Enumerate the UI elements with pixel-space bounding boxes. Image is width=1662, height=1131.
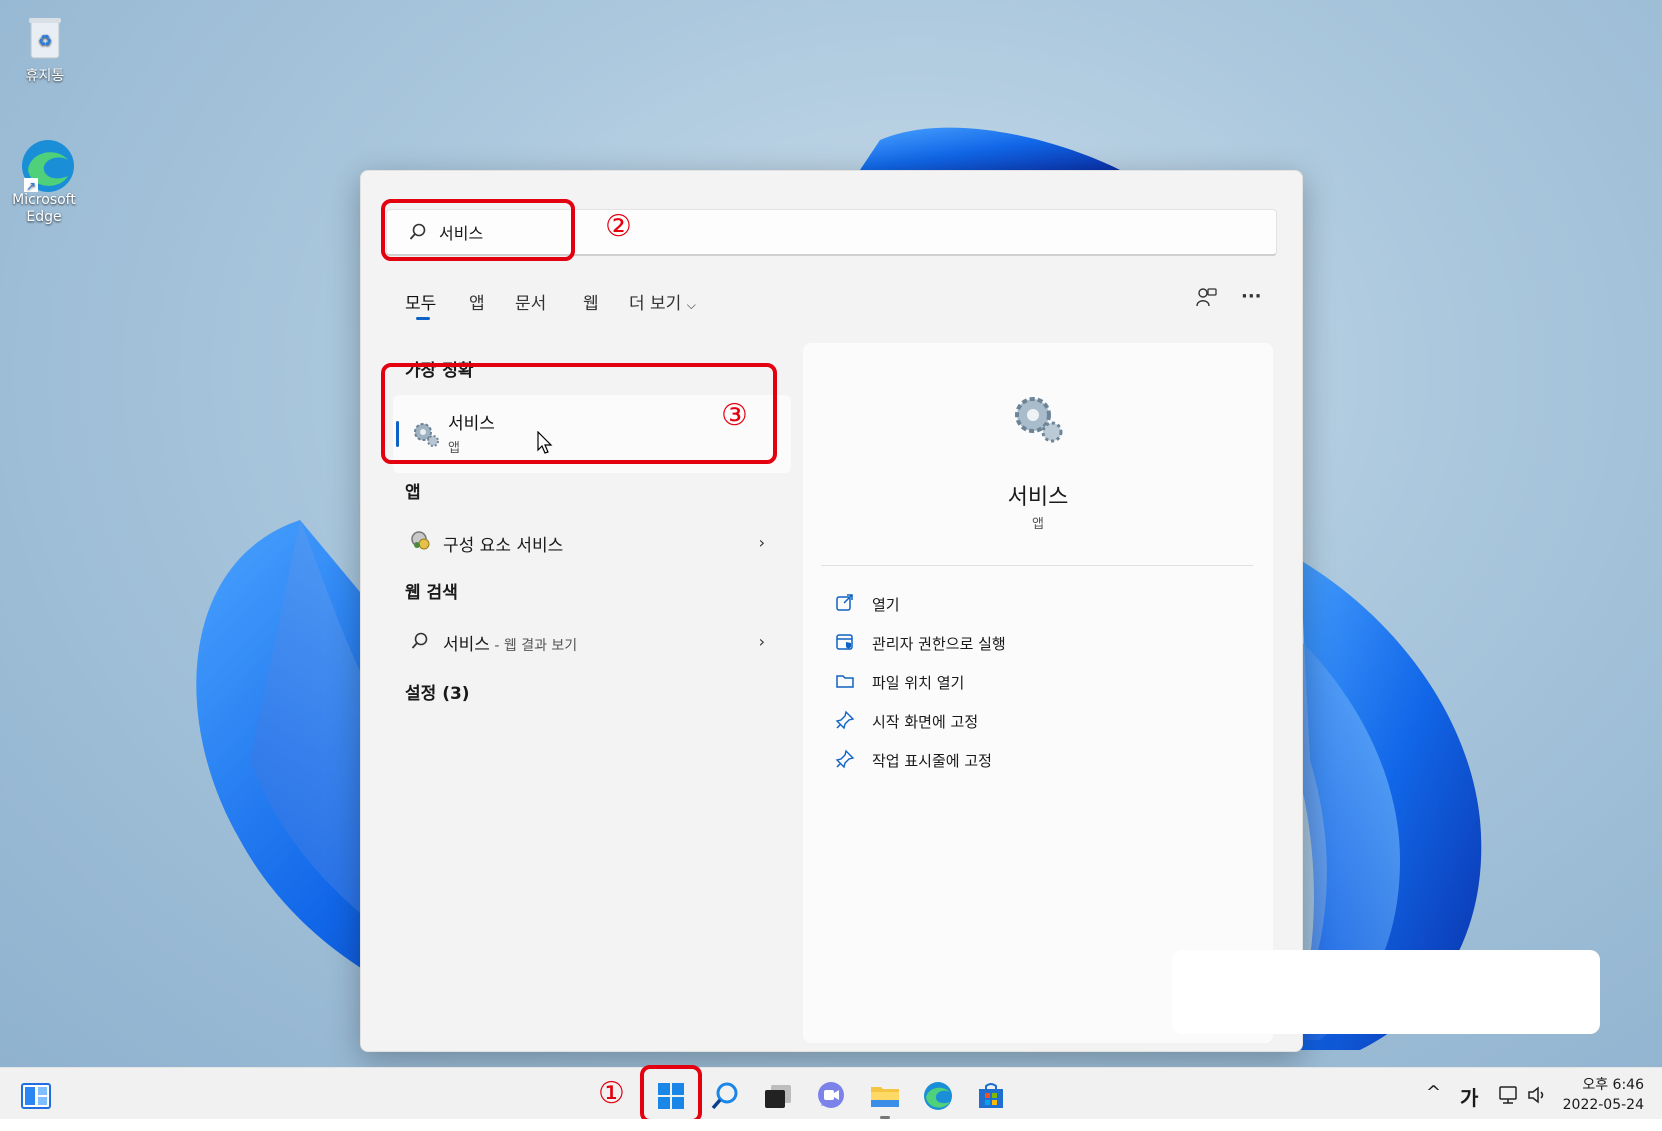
annotation-number-3: ③: [721, 398, 748, 433]
preview-title: 서비스: [1007, 485, 1069, 510]
action-label: 열기: [872, 596, 900, 614]
action-label: 관리자 권한으로 실행: [872, 635, 1006, 653]
component-services-icon: [409, 529, 433, 557]
list-item-web-search[interactable]: 서비스 - 웹 결과 보기 ›: [405, 624, 765, 660]
page-background: [0, 1119, 1662, 1131]
desktop-icon-label: 휴지통: [25, 68, 65, 84]
search-icon[interactable]: [709, 1080, 741, 1112]
web-result-suffix: - 웹 결과 보기: [489, 638, 578, 654]
search-icon: [411, 632, 429, 654]
chevron-up-icon[interactable]: ^: [1426, 1082, 1441, 1103]
divider: [821, 565, 1253, 566]
action-label: 작업 표시줄에 고정: [872, 752, 992, 770]
chevron-right-icon: ›: [758, 533, 765, 552]
annotation-box-1: [640, 1065, 702, 1123]
pin-icon: [835, 749, 855, 773]
section-apps: 앱: [405, 483, 421, 503]
pin-icon: [835, 710, 855, 734]
desktop-icon-edge[interactable]: ↗ Microsoft Edge: [9, 136, 79, 226]
tab-more-label: 더 보기: [629, 294, 682, 314]
open-external-icon: [835, 593, 855, 617]
tab-more[interactable]: 더 보기 ⌵: [629, 289, 696, 314]
run-as-admin-icon: [835, 632, 855, 656]
section-settings[interactable]: 설정 (3): [405, 679, 470, 704]
task-view-icon[interactable]: [762, 1080, 794, 1112]
taskbar: ① ^ 가 오후 6:46 2022-05-24: [0, 1065, 1662, 1123]
web-result-label: 서비스: [443, 635, 490, 655]
section-web-search: 웹 검색: [405, 583, 458, 603]
chevron-right-icon: ›: [758, 632, 765, 651]
svg-text:↗: ↗: [26, 179, 36, 193]
system-clock[interactable]: 오후 6:46 2022-05-24: [1563, 1075, 1644, 1115]
list-item-component-services[interactable]: 구성 요소 서비스 ›: [405, 525, 765, 561]
network-icon[interactable]: [1498, 1084, 1520, 1111]
tab-all[interactable]: 모두: [405, 289, 436, 314]
desktop-icon-recycle-bin[interactable]: ♻ 휴지통: [10, 12, 80, 85]
store-icon[interactable]: [975, 1080, 1007, 1112]
clock-date: 2022-05-24: [1562, 1097, 1644, 1113]
edge-icon[interactable]: [922, 1080, 954, 1112]
tab-web[interactable]: 웹: [583, 289, 599, 314]
clock-time: 오후 6:46: [1582, 1077, 1644, 1093]
active-tab-indicator: [416, 317, 430, 320]
edge-icon: ↗: [18, 136, 74, 193]
share-people-icon[interactable]: [1195, 286, 1217, 313]
desktop-icon-label: Microsoft Edge: [12, 192, 76, 225]
action-label: 시작 화면에 고정: [872, 713, 979, 731]
services-gear-icon: [1009, 391, 1069, 451]
chevron-down-icon: ⌵: [686, 298, 696, 312]
preview-subtitle: 앱: [1032, 517, 1044, 532]
volume-icon[interactable]: [1526, 1084, 1548, 1111]
file-explorer-icon[interactable]: [869, 1080, 901, 1112]
preview-pane: 서비스 앱 열기 관리자 권한으로 실행 파일 위치 열기 시작 화면에 고정 …: [803, 343, 1273, 1043]
svg-text:♻: ♻: [38, 31, 52, 50]
tab-apps[interactable]: 앱: [469, 289, 485, 314]
recycle-bin-icon: ♻: [19, 12, 71, 64]
chat-icon[interactable]: [815, 1080, 847, 1112]
web-result-text: 서비스 - 웹 결과 보기: [443, 630, 577, 655]
blank-notification: [1172, 950, 1600, 1034]
app-result-label: 구성 요소 서비스: [443, 536, 564, 556]
widgets-icon[interactable]: [20, 1080, 52, 1112]
search-panel: 서비스 ② 모두 앱 문서 웹 더 보기 ⌵ ··· 가장 정확 서비스 앱 ③…: [360, 170, 1303, 1052]
tab-documents[interactable]: 문서: [515, 289, 546, 314]
ime-indicator[interactable]: 가: [1460, 1082, 1478, 1111]
more-options-icon[interactable]: ···: [1241, 286, 1262, 307]
annotation-box-2: [381, 199, 575, 261]
annotation-number-2: ②: [605, 209, 632, 244]
annotation-number-1: ①: [598, 1076, 625, 1111]
action-label: 파일 위치 열기: [872, 674, 965, 692]
annotation-box-3: [381, 363, 777, 464]
folder-icon: [835, 671, 855, 695]
